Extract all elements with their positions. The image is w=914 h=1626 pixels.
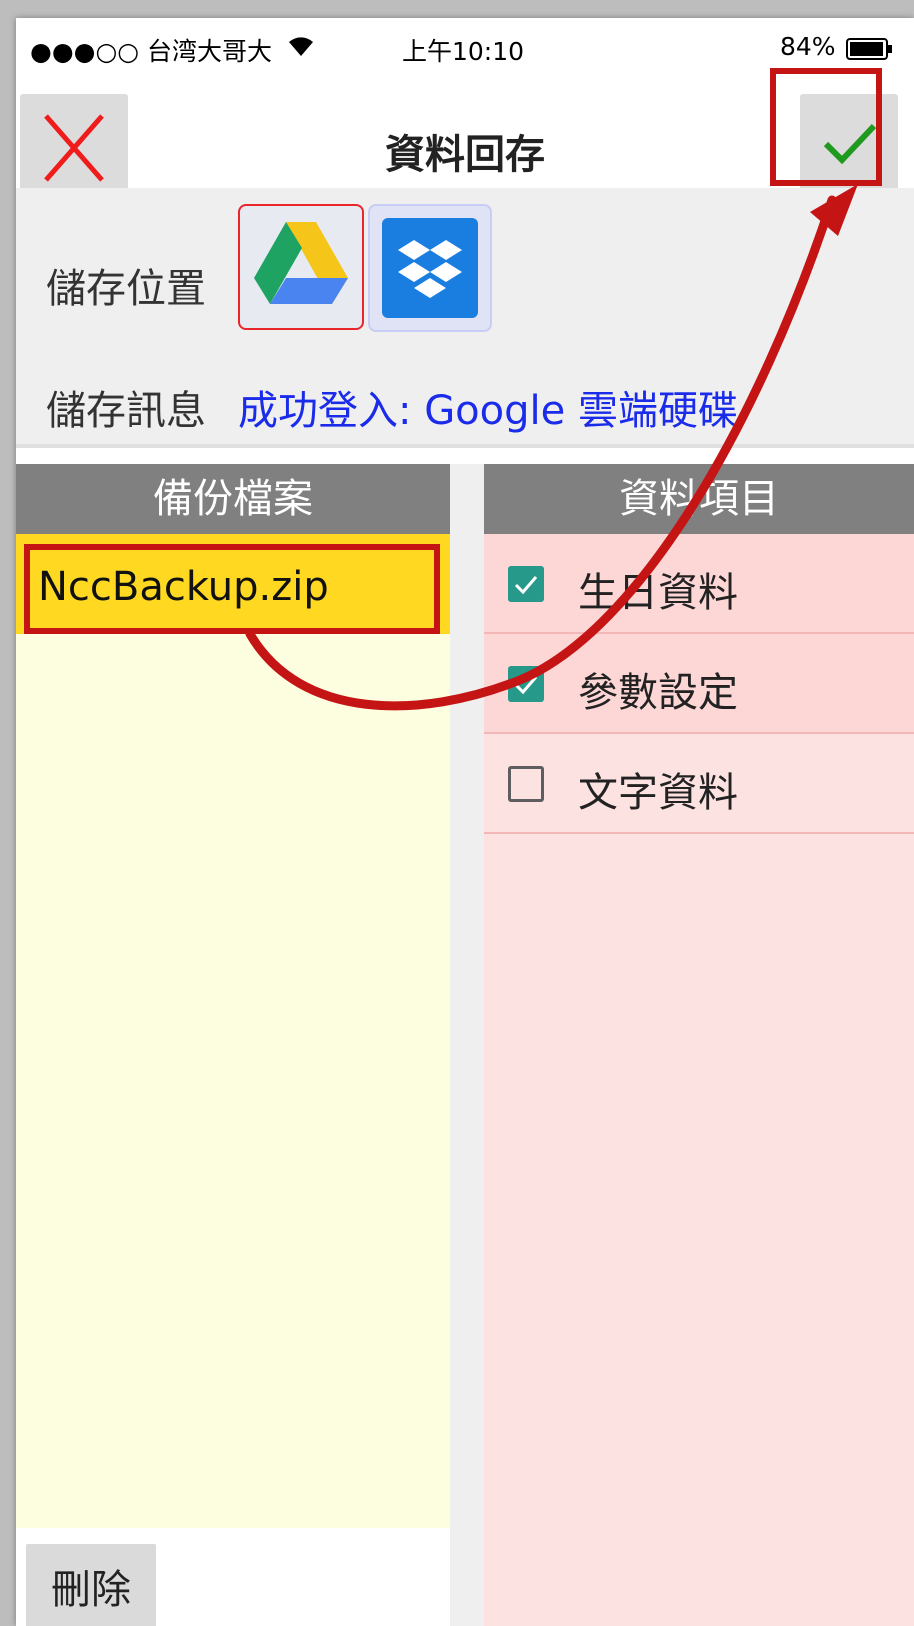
storage-settings-panel: 儲存位置 儲存訊息 成功登入: Google 雲端硬碟 <box>16 188 914 448</box>
list-item[interactable]: 生日資料 <box>484 534 914 634</box>
storage-message-label: 儲存訊息 <box>46 388 206 434</box>
confirm-highlight-box <box>770 68 882 186</box>
dropbox-button[interactable] <box>368 204 492 332</box>
item-label: 文字資料 <box>578 770 738 816</box>
item-label: 參數設定 <box>578 670 738 716</box>
checkbox-unchecked[interactable] <box>508 766 544 802</box>
phone-screen: ●●●○○ 台湾大哥大 上午10:10 84% 資料回存 儲存位置 儲存訊息 成… <box>16 18 914 1626</box>
list-item[interactable]: 參數設定 <box>484 634 914 734</box>
screenshot-frame: ●●●○○ 台湾大哥大 上午10:10 84% 資料回存 儲存位置 儲存訊息 成… <box>0 0 914 1626</box>
column-divider <box>450 464 484 1626</box>
backup-file-header: 備份檔案 <box>16 464 450 534</box>
check-icon <box>514 576 538 595</box>
data-item-list: 資料項目 生日資料 參數設定 文字資料 <box>484 464 914 1626</box>
check-icon <box>514 676 538 695</box>
delete-button[interactable]: 刪除 <box>26 1544 156 1626</box>
battery-percent: 84% <box>780 32 836 61</box>
storage-message-value: 成功登入: Google 雲端硬碟 <box>238 388 738 434</box>
google-drive-button[interactable] <box>238 204 364 330</box>
google-drive-icon <box>254 222 348 304</box>
dropbox-icon <box>382 218 478 318</box>
checkbox-checked[interactable] <box>508 566 544 602</box>
item-label: 生日資料 <box>578 570 738 616</box>
storage-location-label: 儲存位置 <box>46 266 206 312</box>
clock: 上午10:10 <box>402 37 525 66</box>
checkbox-checked[interactable] <box>508 666 544 702</box>
battery-icon <box>846 38 894 64</box>
wifi-icon <box>286 32 316 64</box>
file-highlight-box <box>24 544 440 634</box>
data-item-header: 資料項目 <box>484 464 914 534</box>
carrier-label: ●●●○○ 台湾大哥大 <box>30 37 273 66</box>
backup-file-list: 備份檔案 NccBackup.zip 刪除 <box>16 464 450 1626</box>
list-item[interactable]: 文字資料 <box>484 734 914 834</box>
